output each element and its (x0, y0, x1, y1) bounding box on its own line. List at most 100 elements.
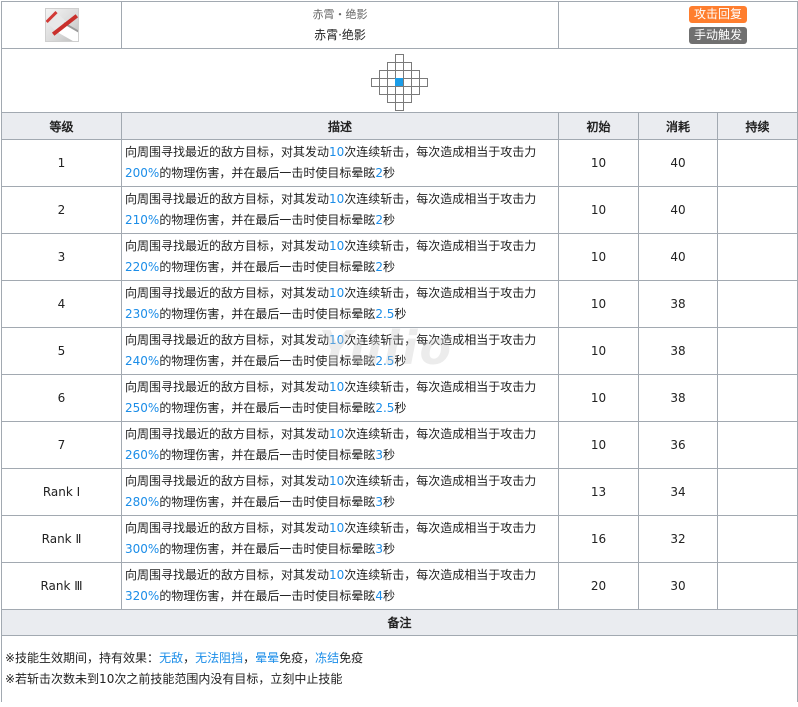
col-desc: 描述 (121, 112, 559, 140)
row-hits: 10 (329, 192, 345, 206)
row-pct: 240% (125, 354, 160, 368)
skill-name-main: 赤霄·绝影 (314, 28, 366, 42)
row-desc: 向周围寻找最近的敌方目标，对其发动10次连续斩击，每次造成相当于攻击力200%的… (121, 139, 559, 187)
range-tile (402, 93, 412, 103)
row-duration (716, 562, 798, 610)
row-stun: 3 (375, 542, 383, 556)
table-row: 7 向周围寻找最近的敌方目标，对其发动10次连续斩击，每次造成相当于攻击力260%… (1, 421, 798, 469)
row-initial: 20 (558, 562, 639, 610)
skill-tags-cell: 攻击回复 手动触发 (557, 1, 798, 49)
note-line-2: ※若斩击次数未到10次之前技能范围内没有目标，立刻中止技能 (5, 672, 343, 686)
tag-manual-trigger: 手动触发 (689, 27, 748, 44)
notes-header: 备注 (0, 609, 798, 636)
row-duration (716, 421, 798, 469)
row-hits: 10 (329, 333, 345, 347)
row-initial: 10 (558, 421, 639, 469)
row-level: 5 (1, 327, 122, 375)
row-level: 4 (1, 280, 122, 328)
row-cost: 40 (638, 233, 718, 281)
row-initial: 10 (558, 327, 639, 375)
row-hits: 10 (329, 239, 345, 253)
row-stun: 2.5 (375, 354, 395, 368)
row-initial: 10 (558, 374, 639, 422)
row-cost: 30 (638, 562, 718, 610)
skill-header-row: 赤霄・绝影 赤霄·绝影 攻击回复 手动触发 (1, 1, 798, 49)
row-cost: 38 (638, 374, 718, 422)
row-hits: 10 (329, 286, 345, 300)
skill-name-sub: 赤霄・绝影 (312, 8, 368, 21)
row-duration (716, 139, 798, 187)
sword-slash-icon (45, 8, 79, 42)
table-row: 2 向周围寻找最近的敌方目标，对其发动10次连续斩击，每次造成相当于攻击力210%… (1, 186, 798, 234)
row-stun: 3 (375, 448, 383, 462)
row-level: 7 (1, 421, 122, 469)
link-stun[interactable]: 晕晕 (255, 651, 279, 665)
row-desc: 向周围寻找最近的敌方目标，对其发动10次连续斩击，每次造成相当于攻击力240%的… (121, 327, 559, 375)
row-hits: 10 (329, 521, 345, 535)
row-level: Rank Ⅱ (1, 515, 122, 563)
row-desc: 向周围寻找最近的敌方目标，对其发动10次连续斩击，每次造成相当于攻击力220%的… (121, 233, 559, 281)
col-cost: 消耗 (638, 112, 718, 140)
row-duration (716, 186, 798, 234)
row-pct: 320% (125, 589, 160, 603)
row-hits: 10 (329, 568, 345, 582)
attack-range-grid (370, 53, 428, 111)
row-pct: 230% (125, 307, 160, 321)
row-initial: 10 (558, 139, 639, 187)
table-row: 1 向周围寻找最近的敌方目标，对其发动10次连续斩击，每次造成相当于攻击力200%… (1, 139, 798, 187)
link-unblockable[interactable]: 无法阻挡 (195, 651, 243, 665)
row-pct: 200% (125, 166, 160, 180)
notes-body-row: ※技能生效期间，持有效果：无敌，无法阻挡，晕晕免疫，冻结免疫 ※若斩击次数未到1… (0, 635, 798, 702)
row-desc: 向周围寻找最近的敌方目标，对其发动10次连续斩击，每次造成相当于攻击力320%的… (121, 562, 559, 610)
table-row: Rank Ⅰ 向周围寻找最近的敌方目标，对其发动10次连续斩击，每次造成相当于攻击… (1, 468, 798, 516)
row-initial: 10 (558, 186, 639, 234)
row-initial: 10 (558, 280, 639, 328)
row-cost: 38 (638, 327, 718, 375)
row-pct: 250% (125, 401, 160, 415)
row-cost: 40 (638, 186, 718, 234)
row-duration (716, 280, 798, 328)
row-initial: 13 (558, 468, 639, 516)
row-cost: 36 (638, 421, 718, 469)
col-duration: 持续 (716, 112, 798, 140)
range-tile (394, 101, 404, 111)
row-desc: 向周围寻找最近的敌方目标，对其发动10次连续斩击，每次造成相当于攻击力300%的… (121, 515, 559, 563)
row-stun: 2 (375, 260, 383, 274)
row-level: 1 (1, 139, 122, 187)
row-initial: 16 (558, 515, 639, 563)
row-level: 2 (1, 186, 122, 234)
col-initial: 初始 (558, 112, 639, 140)
row-duration (716, 327, 798, 375)
skill-name-cell: 赤霄・绝影 赤霄·绝影 (121, 1, 559, 49)
row-hits: 10 (329, 427, 345, 441)
row-pct: 210% (125, 213, 160, 227)
row-hits: 10 (329, 380, 345, 394)
level-rows: 1 向周围寻找最近的敌方目标，对其发动10次连续斩击，每次造成相当于攻击力200%… (1, 139, 798, 610)
row-stun: 3 (375, 495, 383, 509)
table-row: Rank Ⅲ 向周围寻找最近的敌方目标，对其发动10次连续斩击，每次造成相当于攻击… (1, 562, 798, 610)
row-desc: 向周围寻找最近的敌方目标，对其发动10次连续斩击，每次造成相当于攻击力230%的… (121, 280, 559, 328)
row-duration (716, 374, 798, 422)
range-tile (410, 85, 420, 95)
row-stun: 4 (375, 589, 383, 603)
row-cost: 32 (638, 515, 718, 563)
link-invincible[interactable]: 无敌 (159, 651, 183, 665)
row-stun: 2.5 (375, 307, 395, 321)
row-level: Rank Ⅲ (1, 562, 122, 610)
row-duration (716, 515, 798, 563)
row-desc: 向周围寻找最近的敌方目标，对其发动10次连续斩击，每次造成相当于攻击力280%的… (121, 468, 559, 516)
link-freeze[interactable]: 冻结 (315, 651, 339, 665)
skill-icon-cell (1, 1, 122, 49)
table-row: 5 向周围寻找最近的敌方目标，对其发动10次连续斩击，每次造成相当于攻击力240%… (1, 327, 798, 375)
row-cost: 34 (638, 468, 718, 516)
row-duration (716, 468, 798, 516)
row-initial: 10 (558, 233, 639, 281)
notes-header-row: 备注 (0, 609, 798, 636)
table-row: 6 向周围寻找最近的敌方目标，对其发动10次连续斩击，每次造成相当于攻击力250%… (1, 374, 798, 422)
table-row: 4 向周围寻找最近的敌方目标，对其发动10次连续斩击，每次造成相当于攻击力230%… (1, 280, 798, 328)
row-cost: 40 (638, 139, 718, 187)
note-line-1: ※技能生效期间，持有效果：无敌，无法阻挡，晕晕免疫，冻结免疫 (5, 651, 364, 665)
row-hits: 10 (329, 474, 345, 488)
column-header-row: 等级 描述 初始 消耗 持续 (1, 112, 798, 140)
row-cost: 38 (638, 280, 718, 328)
